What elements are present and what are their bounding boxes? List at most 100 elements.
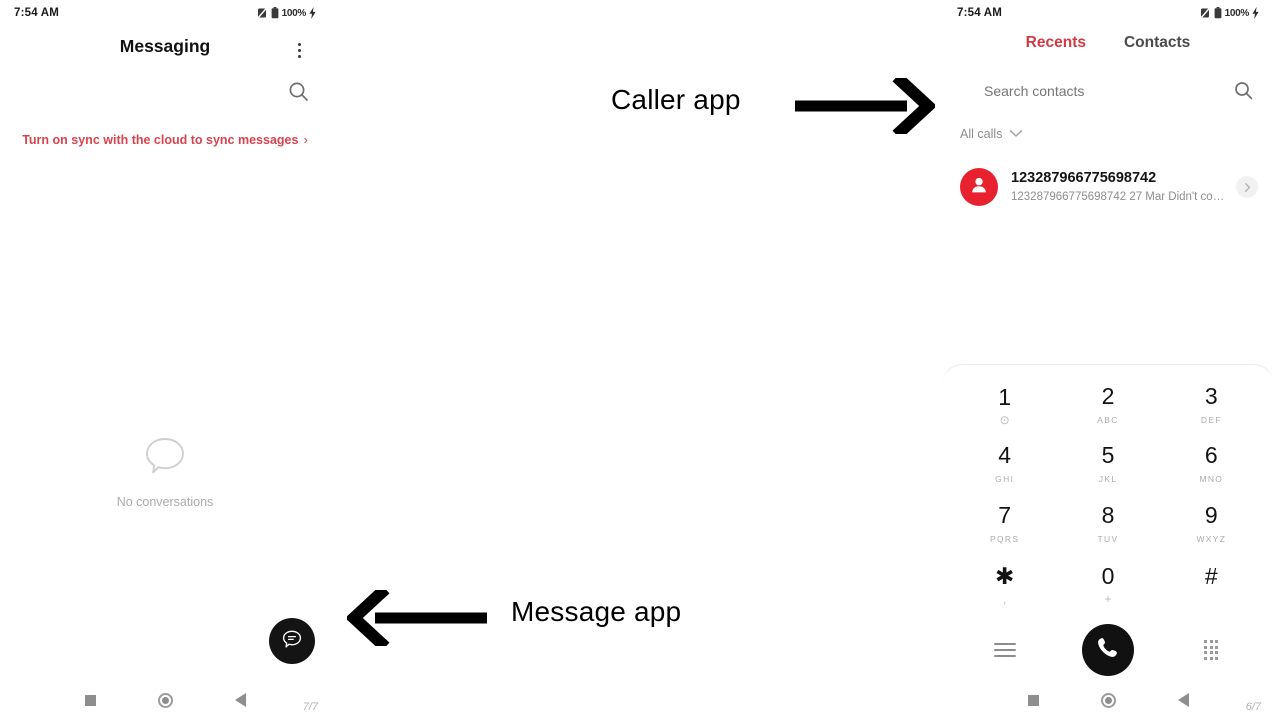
dialpad-digit: 2 xyxy=(1101,382,1115,409)
dialpad-key-star[interactable]: ✱ , xyxy=(953,554,1056,614)
call-filter-label: All calls xyxy=(960,127,1003,141)
dot xyxy=(1215,651,1219,655)
dialpad-actions xyxy=(953,613,1263,687)
search-icon[interactable] xyxy=(286,79,312,105)
dialpad-letters: + xyxy=(1104,591,1112,606)
empty-state-label: No conversations xyxy=(116,495,214,509)
tab-contacts[interactable]: Contacts xyxy=(1124,34,1190,52)
kebab-dot xyxy=(297,42,301,46)
hamburger-lines xyxy=(993,643,1016,657)
chevron-right-icon: › xyxy=(303,132,308,147)
charging-bolt-icon xyxy=(1252,7,1259,19)
new-conversation-fab[interactable] xyxy=(269,618,315,664)
dialpad-key-6[interactable]: 6 MNO xyxy=(1160,435,1263,495)
dialpad-letters: PQRS xyxy=(990,533,1020,544)
annotation-message-app: Message app xyxy=(511,596,682,627)
hamburger-line xyxy=(993,643,1016,645)
call-button-circle xyxy=(1081,624,1134,676)
call-entry-name: 123287966775698742 xyxy=(1011,169,1157,186)
page-title: Messaging xyxy=(119,36,211,56)
dialpad-letters: ABC xyxy=(1097,414,1119,425)
chevron-right-icon[interactable] xyxy=(1236,176,1258,198)
status-bar-left: 7:54 AM 100% xyxy=(0,0,330,26)
call-entry-text: 123287966775698742 123287966775698742 27… xyxy=(1011,169,1236,206)
dialpad-key-9[interactable]: 9 WXYZ xyxy=(1160,494,1263,554)
dot xyxy=(1209,640,1213,644)
kebab-dot xyxy=(297,54,301,58)
screenshot-canvas: 7:54 AM 100% Messaging Turn on sync with… xyxy=(0,0,1273,719)
dialpad-digit: ✱ xyxy=(995,562,1015,589)
status-icons: 100% xyxy=(256,7,316,19)
avatar xyxy=(960,168,998,206)
search-contacts-row xyxy=(943,75,1273,107)
circle-icon[interactable] xyxy=(1100,692,1116,708)
status-bar-right: 7:54 AM 100% xyxy=(943,0,1273,26)
dialer-tabs: Recents Contacts xyxy=(943,34,1273,52)
hamburger-line xyxy=(993,655,1016,657)
triangle-back-icon[interactable] xyxy=(1177,693,1189,707)
battery-percent: 100% xyxy=(281,7,307,19)
battery-percent: 100% xyxy=(1224,7,1250,19)
dialpad-key-4[interactable]: 4 GHI xyxy=(953,435,1056,495)
triangle-back-icon[interactable] xyxy=(234,693,246,707)
hamburger-line xyxy=(993,649,1016,651)
circle-inner xyxy=(161,696,169,704)
table-row[interactable]: 123287966775698742 123287966775698742 27… xyxy=(943,162,1273,212)
dialpad-digit: 0 xyxy=(1101,562,1115,589)
chevron-down-icon xyxy=(1009,125,1023,143)
dialpad-digit: 6 xyxy=(1204,442,1218,469)
search-input[interactable] xyxy=(943,83,1232,99)
dot xyxy=(1204,651,1208,655)
dot xyxy=(1209,645,1213,649)
dialpad-key-7[interactable]: 7 PQRS xyxy=(953,494,1056,554)
call-button[interactable] xyxy=(1056,624,1159,676)
arrow-right-icon xyxy=(795,72,937,140)
dialpad-key-1[interactable]: 1 ⊙ xyxy=(953,375,1056,435)
dialpad-key-5[interactable]: 5 JKL xyxy=(1056,435,1159,495)
dialpad-key-3[interactable]: 3 DEF xyxy=(1160,375,1263,435)
status-time: 7:54 AM xyxy=(957,7,1003,19)
battery-icon xyxy=(271,7,279,19)
status-icons: 100% xyxy=(1199,7,1259,19)
dialpad-key-8[interactable]: 8 TUV xyxy=(1056,494,1159,554)
navigation-bar-right: 6/7 xyxy=(943,681,1273,719)
menu-list-icon[interactable] xyxy=(953,643,1056,657)
square-icon[interactable] xyxy=(84,694,96,706)
dialpad-letters: GHI xyxy=(995,474,1015,485)
call-filter-dropdown[interactable]: All calls xyxy=(960,125,1023,143)
voicemail-icon: ⊙ xyxy=(999,413,1010,428)
dot xyxy=(1215,656,1219,660)
tab-recents[interactable]: Recents xyxy=(1026,34,1086,52)
battery-icon xyxy=(1214,7,1222,19)
new-message-bubble-icon xyxy=(281,628,303,655)
sync-banner[interactable]: Turn on sync with the cloud to sync mess… xyxy=(0,132,330,147)
dot xyxy=(1215,645,1219,649)
kebab-menu-icon[interactable] xyxy=(288,38,310,62)
arrow-left-icon xyxy=(345,584,487,652)
keypad-grid-icon[interactable] xyxy=(1160,640,1263,660)
dialpad-key-2[interactable]: 2 ABC xyxy=(1056,375,1159,435)
dialpad-key-0[interactable]: 0 + xyxy=(1056,554,1159,614)
charging-bolt-icon xyxy=(309,7,316,19)
person-icon xyxy=(968,174,990,201)
circle-inner xyxy=(1104,696,1112,704)
circle-icon[interactable] xyxy=(157,692,173,708)
dialpad-letters: JKL xyxy=(1098,474,1118,485)
dot xyxy=(1204,640,1208,644)
dialpad-digit: 5 xyxy=(1101,442,1115,469)
dot xyxy=(1215,640,1219,644)
dialpad-letters: MNO xyxy=(1199,474,1224,485)
mute-icon xyxy=(1199,7,1211,19)
dialpad-key-hash[interactable]: # xyxy=(1160,554,1263,614)
square-icon[interactable] xyxy=(1027,694,1039,706)
dialpad-digit: 3 xyxy=(1204,382,1218,409)
annotation-caller-app: Caller app xyxy=(611,84,741,115)
dialpad-letters: WXYZ xyxy=(1196,533,1227,544)
dialpad-letters: , xyxy=(1002,591,1007,606)
search-icon[interactable] xyxy=(1232,79,1256,103)
page-indicator: 7/7 xyxy=(302,701,318,713)
dialpad-keys: 1 ⊙ 2 ABC 3 DEF 4 GHI 5 JKL 6 MNO 7 PQRS… xyxy=(953,375,1263,613)
call-entry-subtitle: 123287966775698742 27 Mar Didn't co… xyxy=(1011,190,1225,203)
status-time: 7:54 AM xyxy=(14,7,60,19)
dot xyxy=(1209,651,1213,655)
